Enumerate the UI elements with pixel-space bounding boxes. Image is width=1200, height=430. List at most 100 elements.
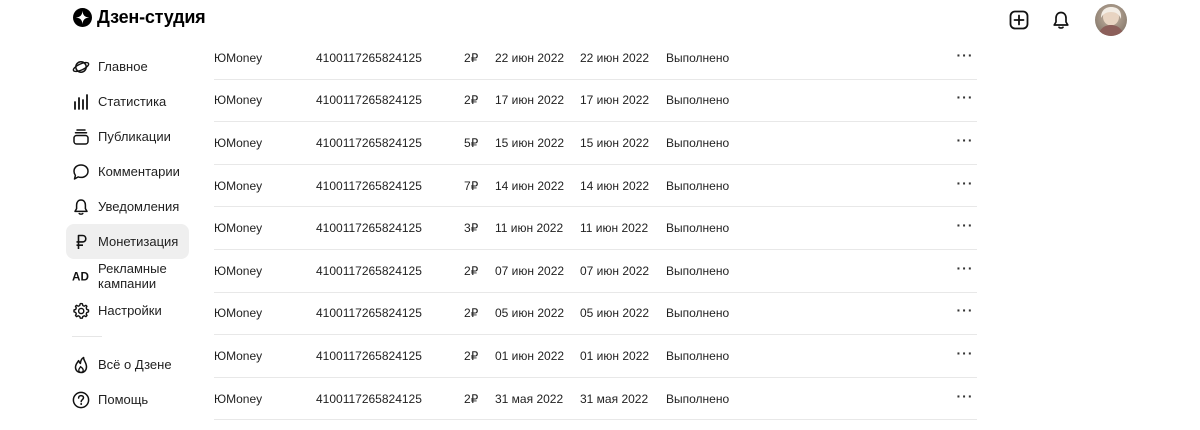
payout-account: 4100117265824125 bbox=[316, 263, 422, 278]
notifications-button[interactable] bbox=[1048, 7, 1074, 33]
sidebar-item-label: Помощь bbox=[98, 392, 149, 407]
table-row: ЮMoney 4100117265824125 2₽ 05 июн 2022 0… bbox=[214, 293, 977, 336]
sidebar-item-label: Монетизация bbox=[98, 234, 179, 249]
more-dots-icon: ··· bbox=[956, 344, 974, 361]
more-dots-icon: ··· bbox=[956, 131, 974, 148]
comment-icon bbox=[72, 163, 90, 181]
payout-amount: 3₽ bbox=[464, 221, 479, 236]
ruble-icon bbox=[72, 233, 90, 251]
more-dots-icon: ··· bbox=[956, 174, 974, 191]
payout-date-paid: 31 мая 2022 bbox=[580, 391, 649, 406]
payout-status: Выполнено bbox=[666, 135, 730, 150]
table-row: ЮMoney 4100117265824125 5₽ 15 июн 2022 1… bbox=[214, 122, 977, 165]
payout-amount: 2₽ bbox=[464, 263, 479, 278]
sidebar-item-settings[interactable]: Настройки bbox=[66, 293, 189, 328]
payout-account: 4100117265824125 bbox=[316, 306, 422, 321]
payout-date-created: 31 мая 2022 bbox=[495, 391, 564, 406]
sidebar-item-publications[interactable]: Публикации bbox=[66, 119, 189, 154]
sidebar-item-label: Уведомления bbox=[98, 199, 180, 214]
payout-account: 4100117265824125 bbox=[316, 93, 422, 108]
payout-amount: 7₽ bbox=[464, 178, 479, 193]
sidebar-item-label: Публикации bbox=[98, 129, 171, 144]
flame-icon bbox=[72, 356, 90, 374]
more-dots-icon: ··· bbox=[956, 46, 974, 63]
sidebar-divider bbox=[72, 336, 102, 337]
row-more-button[interactable]: ··· bbox=[956, 80, 974, 122]
row-more-button[interactable]: ··· bbox=[956, 378, 974, 420]
row-more-button[interactable]: ··· bbox=[956, 122, 974, 164]
plus-square-icon bbox=[1009, 10, 1029, 30]
payout-method: ЮMoney bbox=[214, 50, 263, 65]
payout-status: Выполнено bbox=[666, 50, 730, 65]
more-dots-icon: ··· bbox=[956, 259, 974, 276]
row-more-button[interactable]: ··· bbox=[956, 293, 974, 335]
payout-status: Выполнено bbox=[666, 263, 730, 278]
payout-date-paid: 05 июн 2022 bbox=[580, 306, 650, 321]
sidebar-item-ad-campaigns[interactable]: AD Рекламные кампании bbox=[66, 259, 189, 293]
payout-date-created: 01 июн 2022 bbox=[495, 348, 565, 363]
payout-amount: 2₽ bbox=[464, 348, 479, 363]
more-dots-icon: ··· bbox=[956, 217, 974, 234]
svg-text:AD: AD bbox=[72, 271, 89, 284]
payout-account: 4100117265824125 bbox=[316, 50, 422, 65]
bars-chart-icon bbox=[72, 93, 90, 111]
more-dots-icon: ··· bbox=[956, 89, 974, 106]
payout-status: Выполнено bbox=[666, 93, 730, 108]
sidebar-item-statistics[interactable]: Статистика bbox=[66, 84, 189, 119]
payout-date-created: 22 июн 2022 bbox=[495, 50, 565, 65]
avatar-image bbox=[1095, 4, 1127, 36]
row-more-button[interactable]: ··· bbox=[956, 207, 974, 249]
payout-method: ЮMoney bbox=[214, 306, 263, 321]
sidebar-item-main[interactable]: Главное bbox=[66, 49, 189, 84]
payout-status: Выполнено bbox=[666, 178, 730, 193]
sidebar-item-about-zen[interactable]: Всё о Дзене bbox=[66, 347, 189, 382]
payout-date-paid: 17 июн 2022 bbox=[580, 93, 650, 108]
sidebar-item-help[interactable]: Помощь bbox=[66, 382, 189, 417]
sidebar-item-label: Настройки bbox=[98, 303, 162, 318]
sidebar-item-label: Рекламные кампании bbox=[98, 261, 167, 291]
app-logo[interactable]: Дзен-студия bbox=[73, 6, 206, 28]
payout-date-paid: 14 июн 2022 bbox=[580, 178, 650, 193]
header-actions bbox=[1006, 4, 1127, 36]
payout-amount: 2₽ bbox=[464, 306, 479, 321]
table-row: ЮMoney 4100117265824125 2₽ 22 июн 2022 2… bbox=[214, 37, 977, 80]
sidebar-item-comments[interactable]: Комментарии bbox=[66, 154, 189, 189]
planet-icon bbox=[72, 58, 90, 76]
sidebar-item-label: Всё о Дзене bbox=[98, 357, 172, 372]
row-more-button[interactable]: ··· bbox=[956, 335, 974, 377]
table-row: ЮMoney 4100117265824125 7₽ 14 июн 2022 1… bbox=[214, 165, 977, 208]
sidebar-item-notifications[interactable]: Уведомления bbox=[66, 189, 189, 224]
payout-status: Выполнено bbox=[666, 306, 730, 321]
payout-date-created: 14 июн 2022 bbox=[495, 178, 565, 193]
gear-icon bbox=[72, 302, 90, 320]
payout-date-created: 07 июн 2022 bbox=[495, 263, 565, 278]
sidebar-item-monetization[interactable]: Монетизация bbox=[66, 224, 189, 259]
payout-account: 4100117265824125 bbox=[316, 391, 422, 406]
zen-logo-icon bbox=[73, 7, 92, 27]
table-row: ЮMoney 4100117265824125 2₽ 01 июн 2022 0… bbox=[214, 335, 977, 378]
payout-date-created: 11 июн 2022 bbox=[495, 221, 564, 236]
row-more-button[interactable]: ··· bbox=[956, 165, 974, 207]
stack-icon bbox=[72, 128, 90, 146]
payout-method: ЮMoney bbox=[214, 93, 263, 108]
bell-icon bbox=[1053, 11, 1069, 29]
row-more-button[interactable]: ··· bbox=[956, 250, 974, 292]
payout-amount: 2₽ bbox=[464, 391, 479, 406]
payout-amount: 2₽ bbox=[464, 50, 479, 65]
add-publication-button[interactable] bbox=[1006, 7, 1032, 33]
payout-status: Выполнено bbox=[666, 391, 730, 406]
payout-account: 4100117265824125 bbox=[316, 221, 422, 236]
sidebar-item-label: Главное bbox=[98, 59, 148, 74]
payout-status: Выполнено bbox=[666, 348, 730, 363]
row-more-button[interactable]: ··· bbox=[956, 37, 974, 79]
bell-icon bbox=[72, 198, 90, 216]
user-avatar[interactable] bbox=[1095, 4, 1127, 36]
payout-date-created: 05 июн 2022 bbox=[495, 306, 565, 321]
payout-amount: 5₽ bbox=[464, 135, 479, 150]
payout-method: ЮMoney bbox=[214, 348, 263, 363]
payout-date-paid: 01 июн 2022 bbox=[580, 348, 650, 363]
payout-status: Выполнено bbox=[666, 221, 730, 236]
payouts-table: ЮMoney 4100117265824125 2₽ 22 июн 2022 2… bbox=[214, 37, 977, 421]
sidebar: Главное Статистика Публикации Комментари… bbox=[66, 48, 189, 417]
table-row: ЮMoney 4100117265824125 2₽ 31 мая 2022 3… bbox=[214, 378, 977, 421]
